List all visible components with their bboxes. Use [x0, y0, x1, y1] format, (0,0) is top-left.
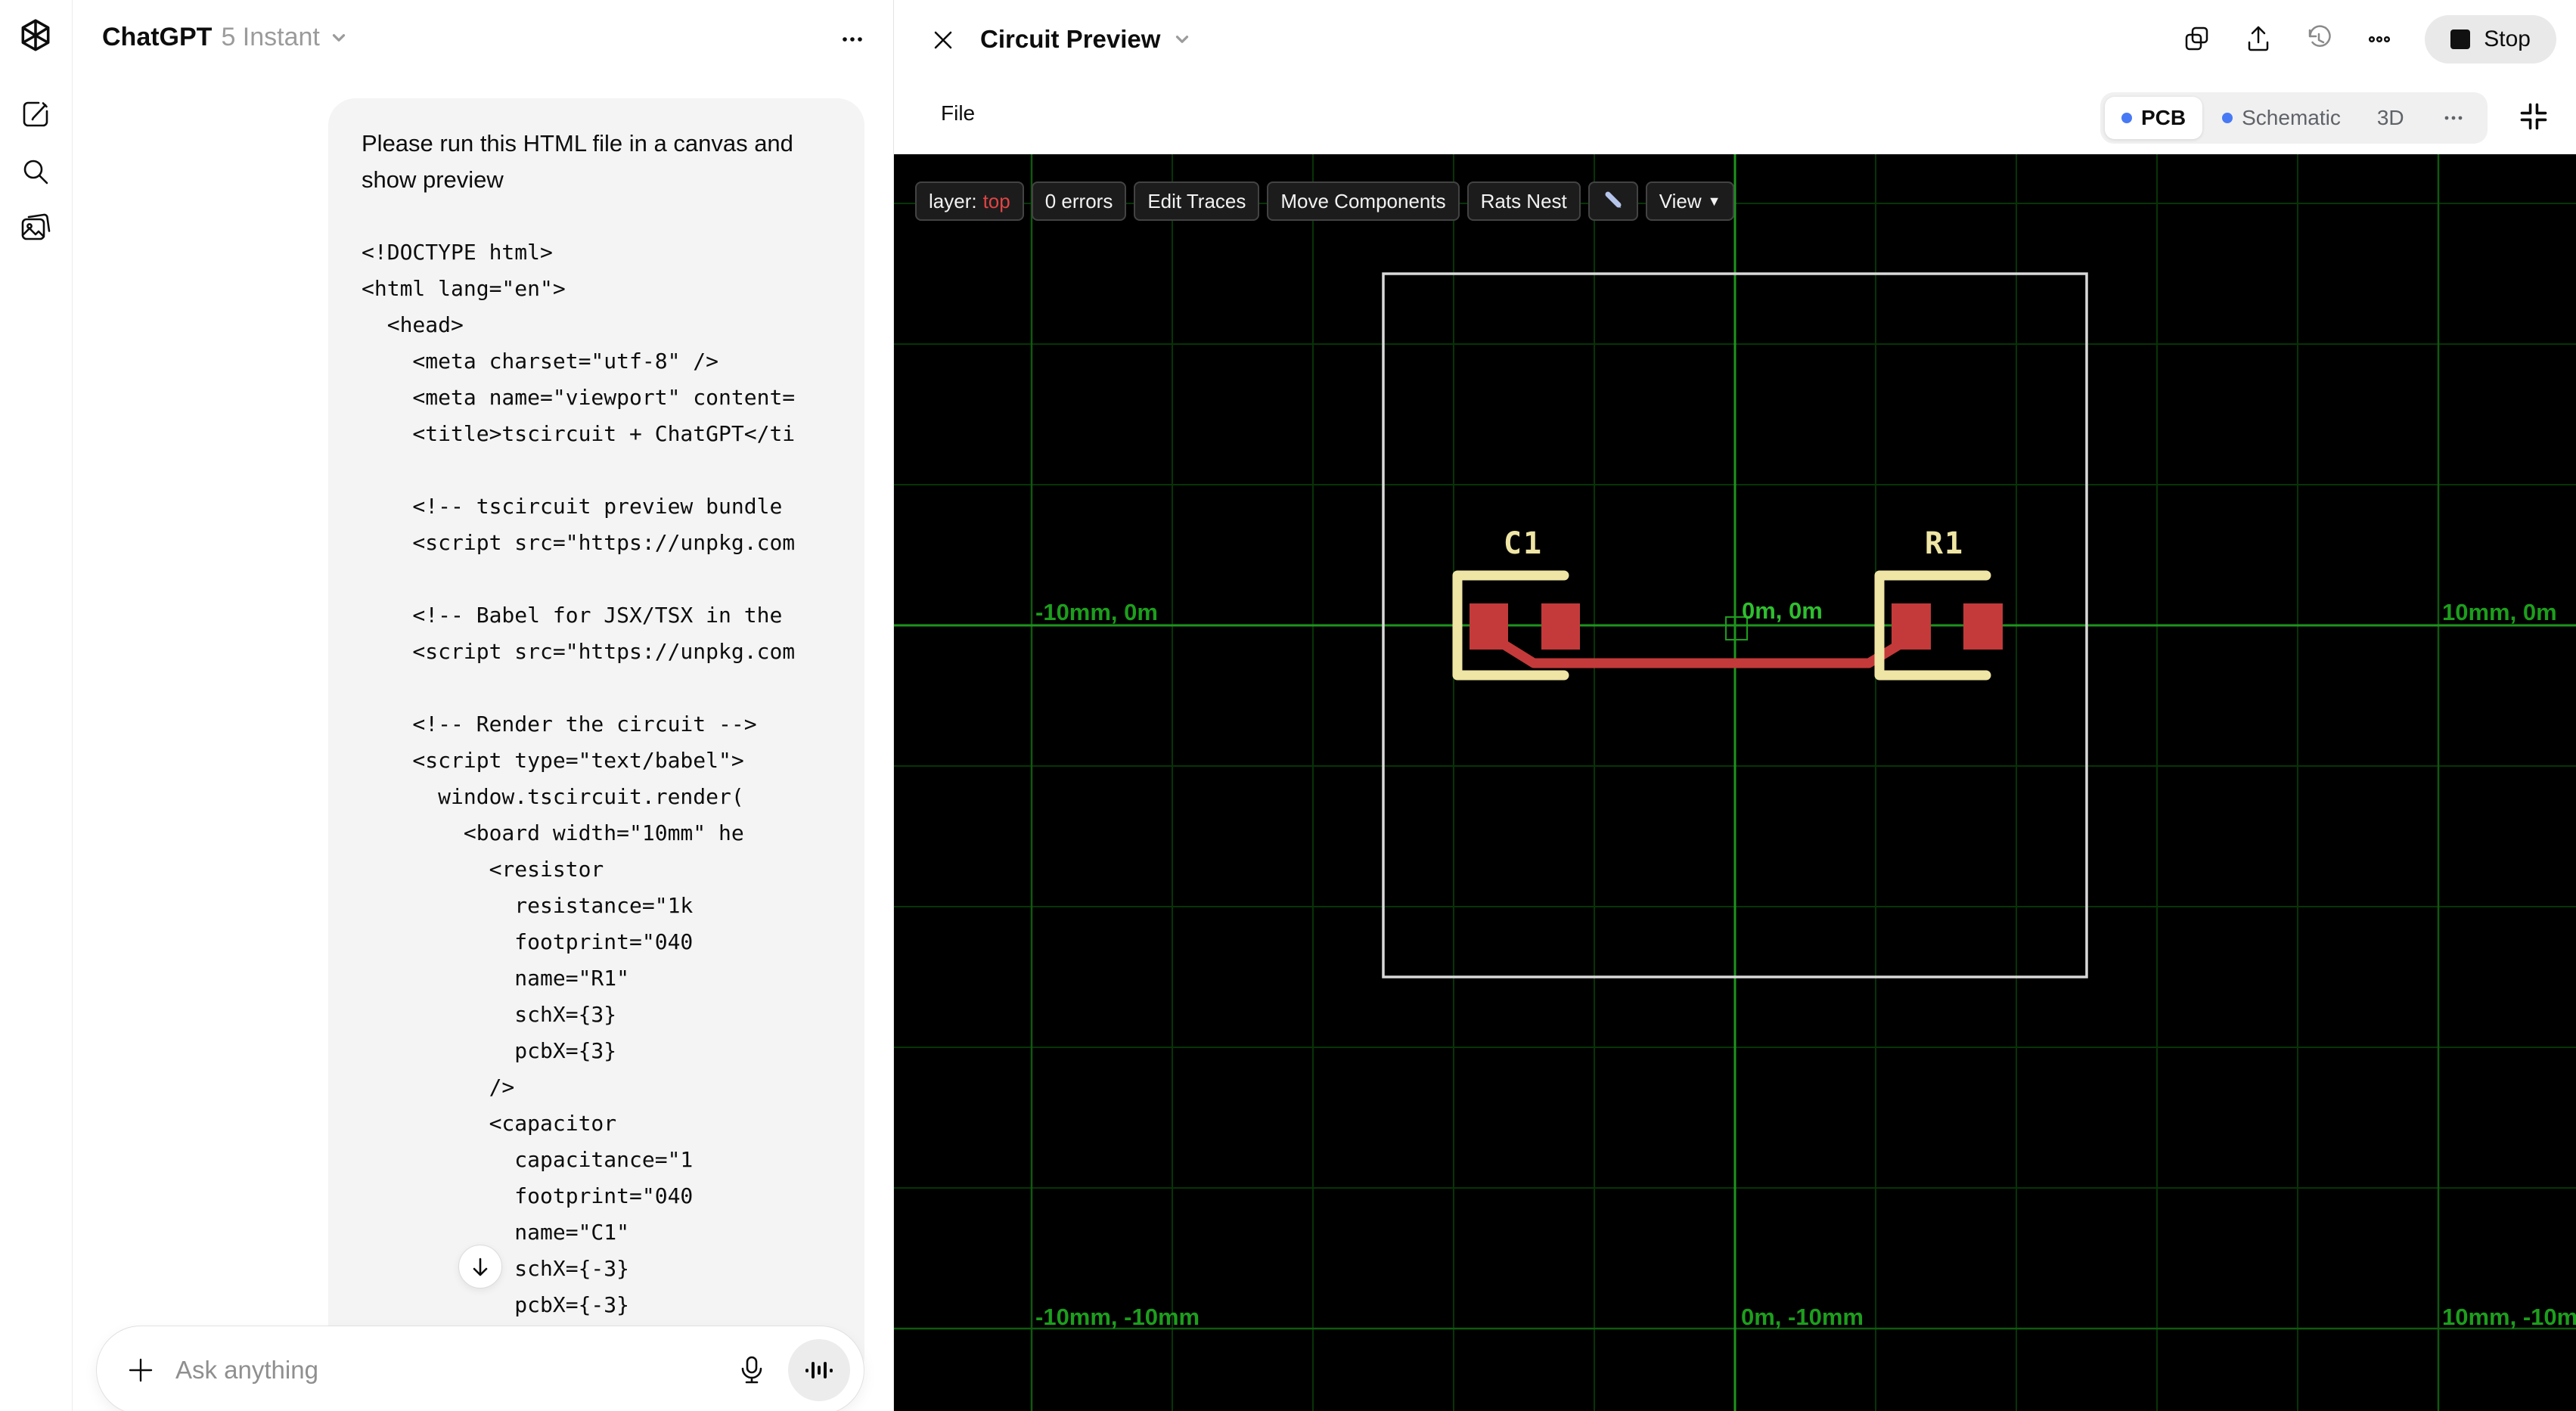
user-message-text: Please run this HTML file in a canvas an… — [362, 130, 793, 193]
voice-mode-button[interactable] — [788, 1339, 850, 1401]
pcb-toolbar: layer: top 0 errors Edit Traces Move Com… — [915, 181, 1735, 221]
move-components-label: Move Components — [1280, 189, 1446, 212]
search-icon[interactable] — [18, 154, 53, 189]
chat-header: ChatGPT 5 Instant — [73, 0, 892, 79]
tabs-overflow-icon[interactable] — [2424, 97, 2483, 139]
schematic-status-dot — [2222, 113, 2233, 123]
stop-square-icon — [2450, 29, 2471, 49]
model-switcher[interactable]: ChatGPT 5 Instant — [102, 23, 349, 52]
scroll-to-bottom-button[interactable] — [458, 1245, 502, 1289]
rats-nest-button[interactable]: Rats Nest — [1466, 181, 1581, 221]
view-tabs: PCB Schematic 3D — [2100, 92, 2488, 144]
coord-label-right-mid: 10mm, 0m — [2442, 599, 2557, 625]
stop-label: Stop — [2484, 26, 2531, 51]
c1-ref-label: C1 — [1504, 526, 1543, 561]
errors-button[interactable]: 0 errors — [1031, 181, 1127, 221]
errors-label: 0 errors — [1044, 189, 1113, 212]
tab-schematic[interactable]: Schematic — [2205, 97, 2357, 139]
coord-label-left-bottom: -10mm, -10mm — [1035, 1304, 1200, 1330]
user-message-bubble: Please run this HTML file in a canvas an… — [328, 98, 864, 1384]
layer-label: layer: — [929, 189, 977, 212]
tab-3d-label: 3D — [2376, 106, 2404, 129]
new-chat-icon[interactable] — [18, 97, 53, 132]
pencil-tool-button[interactable] — [1587, 181, 1638, 221]
r1-pad-1[interactable] — [1892, 603, 1931, 650]
pcb-canvas[interactable]: layer: top 0 errors Edit Traces Move Com… — [894, 154, 2576, 1411]
coord-label-right-bottom: 10mm, -10mm — [2442, 1304, 2576, 1330]
openai-logo-icon[interactable] — [17, 17, 54, 54]
layer-value: top — [982, 189, 1010, 212]
tab-pcb-label: PCB — [2141, 106, 2186, 129]
app-root: ChatGPT 5 Instant Please run this HTML f… — [0, 0, 2576, 1411]
history-icon[interactable] — [2304, 24, 2334, 54]
tab-3d[interactable]: 3D — [2360, 97, 2421, 139]
coord-label-center-bottom: 0m, -10mm — [1741, 1304, 1864, 1330]
dictate-mic-icon[interactable] — [735, 1354, 768, 1387]
edit-traces-label: Edit Traces — [1147, 189, 1246, 212]
edit-traces-button[interactable]: Edit Traces — [1134, 181, 1260, 221]
more-options-icon[interactable] — [2364, 24, 2394, 54]
brand-label: ChatGPT — [102, 23, 213, 51]
pcb-drawing: C1 R1 -10mm, 0m 0m, 0m 10mm, 0m -10mm, -… — [894, 154, 2576, 1411]
waveform-icon — [805, 1362, 833, 1378]
canvas-title-dropdown[interactable]: Circuit Preview — [980, 25, 1192, 54]
view-caret-icon: ▼ — [1707, 193, 1721, 209]
conversation-menu-icon[interactable] — [830, 20, 875, 59]
r1-ref-label: R1 — [1925, 526, 1964, 561]
canvas-actions: Stop — [2183, 0, 2556, 79]
pcb-status-dot — [2121, 113, 2132, 123]
chevron-down-icon — [1176, 36, 1189, 43]
left-rail — [0, 0, 73, 1411]
view-label: View — [1659, 189, 1702, 212]
rats-nest-label: Rats Nest — [1480, 189, 1567, 212]
coord-label-left-mid: -10mm, 0m — [1035, 599, 1158, 625]
r1-pad-2[interactable] — [1963, 603, 2003, 650]
coord-label-origin: 0m, 0m — [1742, 597, 1823, 624]
view-dropdown-button[interactable]: View ▼ — [1645, 181, 1735, 221]
library-icon[interactable] — [18, 210, 53, 245]
pencil-icon — [1605, 191, 1622, 208]
collapse-fullscreen-icon[interactable] — [2519, 101, 2549, 132]
grid-axis-lines — [894, 154, 2576, 1411]
arrow-down-icon — [473, 1257, 488, 1276]
share-upload-icon[interactable] — [2243, 24, 2273, 54]
copy-icon[interactable] — [2183, 24, 2213, 54]
canvas-panel: Circuit Preview Stop File PCB Schematic … — [893, 0, 2576, 1411]
component-r1[interactable]: R1 — [1874, 526, 2003, 681]
canvas-panel-header: Circuit Preview Stop — [894, 0, 2576, 79]
canvas-toolbar-row: File PCB Schematic 3D — [894, 79, 2576, 154]
model-label: 5 Instant — [221, 23, 320, 51]
tab-schematic-label: Schematic — [2242, 106, 2341, 129]
attach-plus-icon[interactable] — [124, 1354, 157, 1387]
message-composer[interactable] — [96, 1326, 864, 1411]
user-message-code: <!DOCTYPE html> <html lang="en"> <head> … — [362, 240, 796, 1354]
layer-button[interactable]: layer: top — [915, 181, 1024, 221]
stop-button[interactable]: Stop — [2425, 15, 2556, 64]
close-icon[interactable] — [927, 24, 959, 56]
canvas-title: Circuit Preview — [980, 25, 1161, 53]
c1-pad-2[interactable] — [1541, 603, 1580, 650]
c1-pad-1[interactable] — [1470, 603, 1508, 650]
file-menu[interactable]: File — [941, 101, 975, 126]
move-components-button[interactable]: Move Components — [1267, 181, 1460, 221]
chat-input[interactable] — [175, 1356, 735, 1385]
chevron-down-icon — [332, 33, 345, 42]
tab-pcb[interactable]: PCB — [2105, 97, 2203, 139]
